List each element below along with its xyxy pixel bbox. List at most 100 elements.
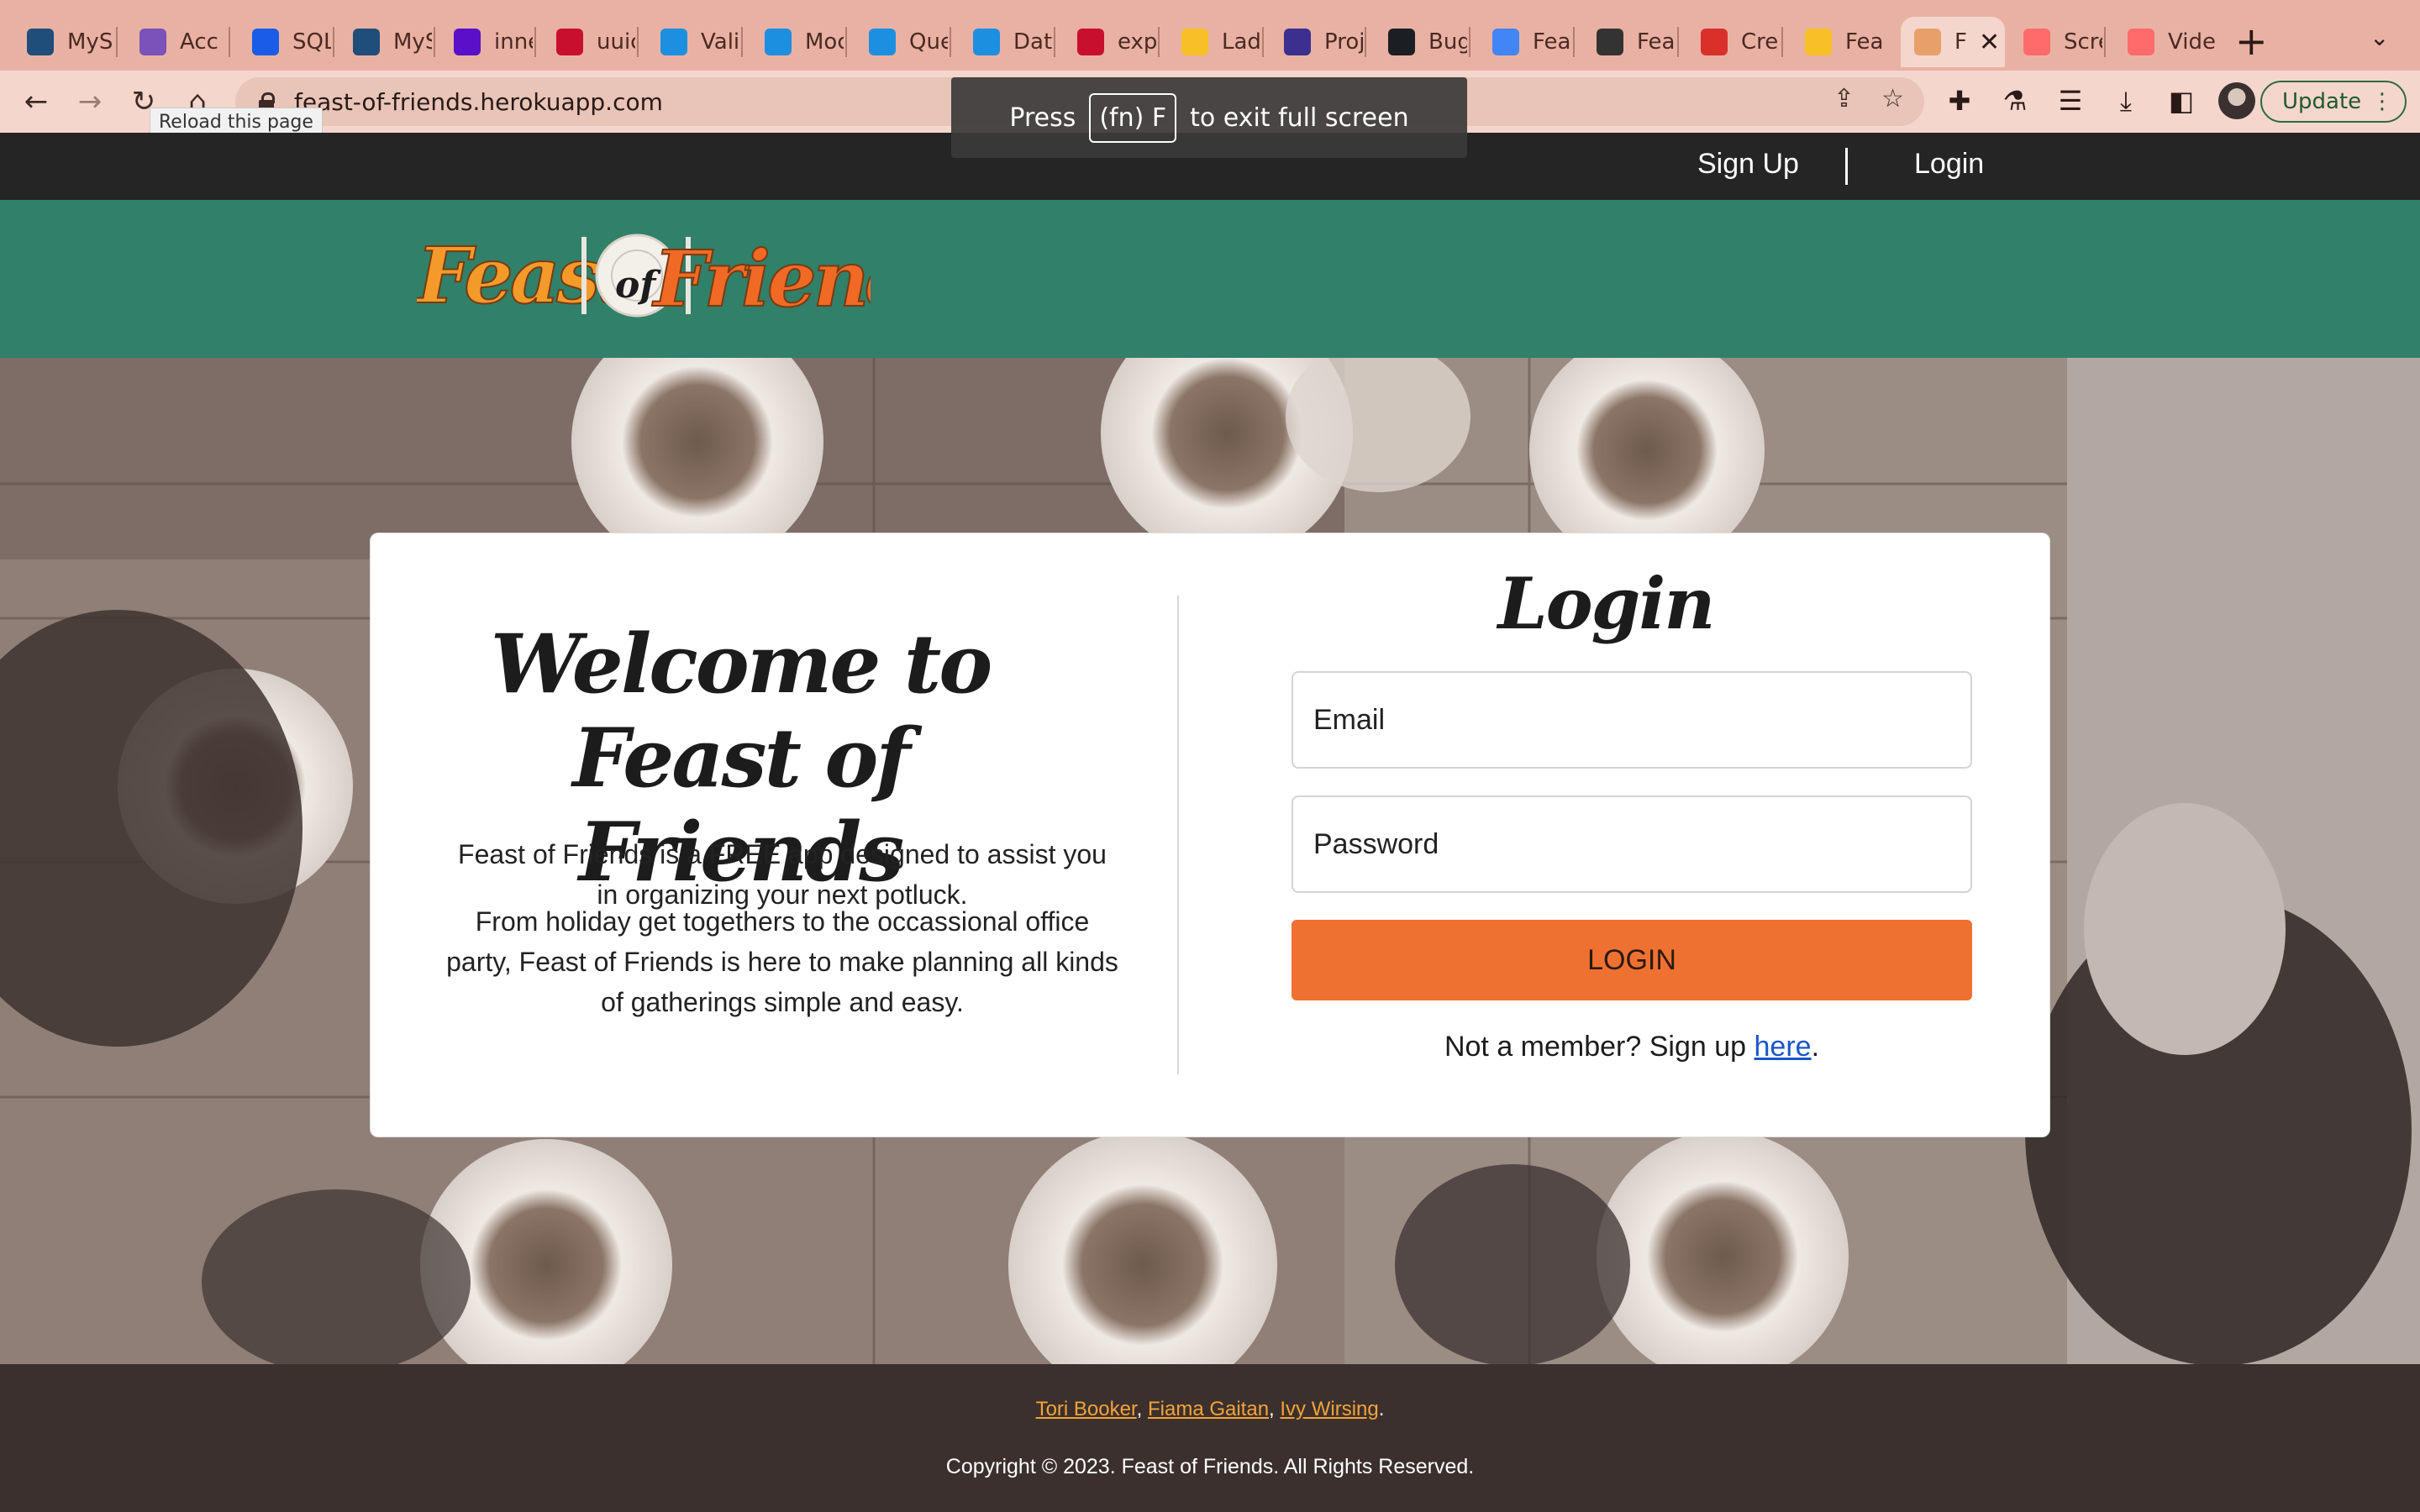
browser-tab[interactable]: Que <box>855 17 948 67</box>
login-button[interactable]: LOGIN <box>1292 920 1972 1000</box>
tab-favicon-icon <box>353 29 380 55</box>
feast-of-friends-logo[interactable]: Feast of Friends <box>417 225 871 329</box>
email-field[interactable] <box>1292 671 1972 769</box>
tab-title: Moc <box>805 29 844 55</box>
browser-tab[interactable]: Feat <box>1791 17 1884 67</box>
browser-tab[interactable]: Crea <box>1687 17 1780 67</box>
browser-tab[interactable]: Lad <box>1168 17 1260 67</box>
tab-favicon-icon <box>27 29 54 55</box>
side-panel-icon[interactable]: ◧ <box>2163 82 2200 119</box>
tab-favicon-icon <box>556 29 583 55</box>
profile-avatar[interactable] <box>2218 82 2255 119</box>
nav-login-link[interactable]: Login <box>1914 148 1984 181</box>
downloads-icon[interactable]: ⤓ <box>2107 82 2144 119</box>
tab-separator <box>229 27 230 57</box>
tab-title: Valic <box>701 29 739 55</box>
tab-title: Lad <box>1222 29 1260 55</box>
nav-signup-link[interactable]: Sign Up <box>1697 148 1799 181</box>
tab-favicon-icon <box>1597 29 1623 55</box>
tab-favicon-icon <box>973 29 1000 55</box>
tab-favicon-icon <box>454 29 481 55</box>
browser-tab[interactable]: Data <box>960 17 1052 67</box>
browser-tab[interactable]: MyS <box>339 17 432 67</box>
tab-favicon-icon <box>139 29 166 55</box>
svg-text:Friends: Friends <box>651 234 871 324</box>
tab-title: Que <box>909 29 948 55</box>
browser-tab[interactable]: Valic <box>647 17 739 67</box>
fullscreen-exit-toast: Press (fn) F to exit full screen <box>951 77 1467 158</box>
tab-favicon-icon <box>1701 29 1728 55</box>
tab-separator <box>1158 27 1160 57</box>
author-link[interactable]: Tori Booker <box>1036 1398 1137 1420</box>
tab-title: Feat <box>1533 29 1571 55</box>
tab-title: exp <box>1118 29 1156 55</box>
browser-tab[interactable]: SQL <box>239 17 331 67</box>
tab-separator <box>1469 27 1470 57</box>
bookmark-star-icon[interactable]: ☆ <box>1881 84 1904 113</box>
tab-title: Crea <box>1741 29 1780 55</box>
tab-title: SQL <box>292 29 331 55</box>
browser-tab[interactable]: MyS <box>13 17 114 67</box>
update-button[interactable]: Update ⋮ <box>2260 81 2407 123</box>
tab-separator <box>2104 27 2106 57</box>
browser-tab[interactable]: Acc <box>126 17 227 67</box>
copyright-text: Copyright © 2023. Feast of Friends. All … <box>945 1455 1475 1478</box>
browser-tab[interactable]: Proj <box>1270 17 1363 67</box>
browser-tab[interactable]: Feat <box>1479 17 1571 67</box>
labs-flask-icon[interactable]: ⚗ <box>1996 82 2033 119</box>
back-arrow-icon[interactable]: ← <box>17 82 55 121</box>
extensions-puzzle-icon[interactable]: ✚ <box>1941 82 1978 119</box>
close-tab-icon[interactable]: ✕ <box>1979 28 2000 57</box>
tab-title: Feat <box>1637 29 1676 55</box>
tab-title: MyS <box>393 29 432 55</box>
signup-prompt: Not a member? Sign up here. <box>1292 1031 1972 1063</box>
site-header: Feast of Friends <box>0 200 2420 358</box>
browser-tab[interactable]: Feat <box>1583 17 1676 67</box>
tab-separator <box>116 27 118 57</box>
signup-here-link[interactable]: here <box>1754 1031 1812 1063</box>
browser-tab[interactable]: Bug <box>1375 17 1467 67</box>
tab-separator <box>534 27 536 57</box>
tab-favicon-icon <box>2128 29 2154 55</box>
description-paragraph: From holiday get togethers to the occass… <box>446 906 1118 1017</box>
browser-tab[interactable]: Moc <box>751 17 844 67</box>
tab-title: Scre <box>2064 29 2102 55</box>
url-text[interactable]: feast-of-friends.herokuapp.com <box>294 88 663 116</box>
tab-favicon-icon <box>2023 29 2050 55</box>
forward-arrow-icon[interactable]: → <box>71 82 109 121</box>
browser-tab[interactable]: Scre <box>2010 17 2102 67</box>
tab-title: Vide <box>2168 29 2215 55</box>
tab-title: F <box>1954 29 1967 55</box>
tab-separator <box>1262 27 1264 57</box>
password-field[interactable] <box>1292 795 1972 893</box>
toast-suffix: to exit full screen <box>1190 102 1409 133</box>
tab-favicon-icon <box>1492 29 1519 55</box>
author-link[interactable]: Fiama Gaitan <box>1148 1398 1269 1420</box>
login-heading: Login <box>1497 562 1716 645</box>
more-menu-icon[interactable]: ⋮ <box>2371 89 2393 114</box>
reading-list-icon[interactable]: ☰ <box>2052 82 2089 119</box>
nav-divider <box>1845 148 1848 185</box>
author-link[interactable]: Ivy Wirsing <box>1280 1398 1378 1420</box>
authors-line: Tori Booker, Fiama Gaitan, Ivy Wirsing. <box>1035 1398 1385 1420</box>
toast-prefix: Press <box>1009 102 1076 133</box>
tab-favicon-icon <box>1077 29 1104 55</box>
tab-title: uuic <box>597 29 635 55</box>
new-tab-button[interactable]: + <box>2235 18 2268 64</box>
browser-tab[interactable]: F ✕ <box>1901 17 2005 67</box>
tab-favicon-icon <box>765 29 792 55</box>
tab-favicon-icon <box>1284 29 1311 55</box>
browser-tab[interactable]: uuic <box>543 17 635 67</box>
tab-separator <box>1365 27 1366 57</box>
tab-title: Proj <box>1324 29 1363 55</box>
browser-tab[interactable]: inne <box>440 17 533 67</box>
tab-separator <box>1573 27 1575 57</box>
tab-search-chevron-icon[interactable]: ⌄ <box>2370 24 2389 51</box>
tab-favicon-icon <box>252 29 279 55</box>
tab-favicon-icon <box>869 29 896 55</box>
browser-tabstrip: MyS Acc SQL MyS inne uuic Valic Moc Que Data exp La… <box>0 0 2420 71</box>
update-label: Update <box>2282 89 2362 114</box>
share-icon[interactable]: ⇪ <box>1833 84 1854 113</box>
browser-tab[interactable]: Vide <box>2114 17 2215 67</box>
browser-tab[interactable]: exp <box>1064 17 1156 67</box>
